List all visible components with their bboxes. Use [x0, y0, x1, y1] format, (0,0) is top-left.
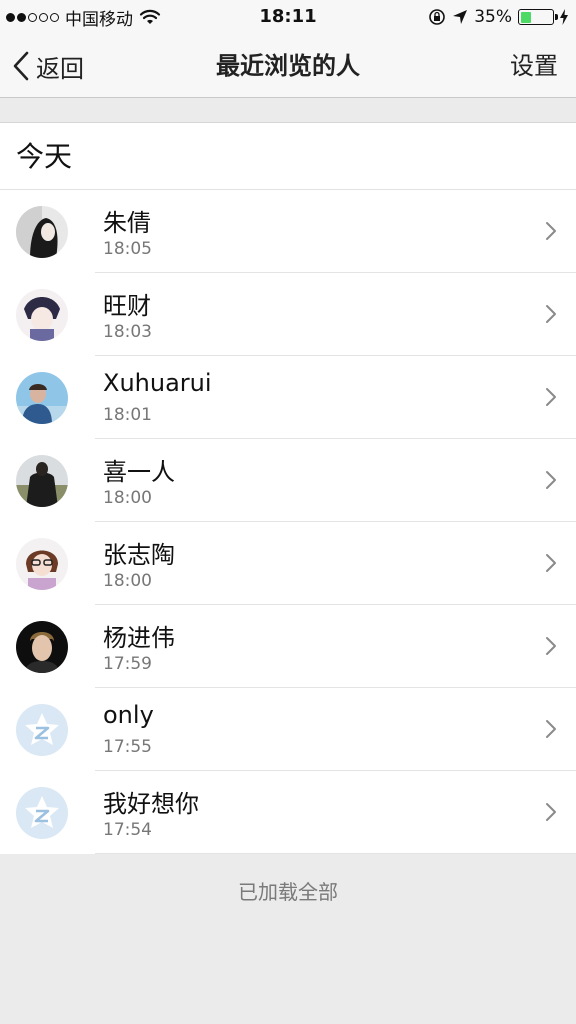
- visit-time: 17:54: [103, 820, 152, 840]
- visitor-name: 张志陶: [103, 541, 175, 569]
- visitor-name: 旺财: [103, 292, 151, 320]
- visit-time: 18:01: [103, 405, 152, 425]
- rotation-lock-icon: [429, 9, 446, 25]
- visitor-name: only: [103, 701, 154, 729]
- visit-time: 18:00: [103, 488, 152, 508]
- avatar: [16, 206, 68, 258]
- section-title: 今天: [16, 140, 73, 173]
- visitor-list: 朱倩 18:05 旺财 18:03 Xuhuarui 18:01 喜一人 18:…: [0, 190, 576, 854]
- visitor-row[interactable]: 喜一人 18:00: [0, 439, 576, 522]
- navigation-bar: 返回 最近浏览的人 设置: [0, 34, 576, 98]
- visit-time: 17:59: [103, 654, 152, 674]
- default-qzone-avatar: [16, 787, 68, 839]
- visitor-row[interactable]: 张志陶 18:00: [0, 522, 576, 605]
- location-arrow-icon: [453, 10, 468, 24]
- charging-bolt-icon: [560, 9, 568, 25]
- status-bar: 中国移动 18:11 35%: [0, 0, 576, 34]
- visitor-name: 我好想你: [103, 790, 199, 818]
- load-all-indicator: 已加载全部: [238, 880, 338, 904]
- chevron-left-icon: [13, 51, 29, 81]
- section-header-today: 今天: [0, 122, 576, 190]
- visit-time: 18:03: [103, 322, 152, 342]
- visitor-name: 朱倩: [103, 209, 151, 237]
- battery-percent: 35%: [474, 7, 512, 27]
- visit-time: 17:55: [103, 737, 152, 757]
- chevron-right-icon: [546, 471, 556, 489]
- avatar: [16, 538, 68, 590]
- visitor-row[interactable]: 我好想你 17:54: [0, 771, 576, 854]
- chevron-right-icon: [546, 720, 556, 738]
- battery-level-fill: [520, 11, 532, 23]
- avatar: [16, 372, 68, 424]
- avatar: [16, 455, 68, 507]
- visitor-row[interactable]: 旺财 18:03: [0, 273, 576, 356]
- visitor-name: 杨进伟: [103, 624, 175, 652]
- chevron-right-icon: [546, 554, 556, 572]
- visitor-row[interactable]: 朱倩 18:05: [0, 190, 576, 273]
- visit-time: 18:00: [103, 571, 152, 591]
- chevron-right-icon: [546, 222, 556, 240]
- settings-button[interactable]: 设置: [510, 34, 558, 98]
- visitor-name: Xuhuarui: [103, 369, 212, 397]
- visitor-row[interactable]: only 17:55: [0, 688, 576, 771]
- chevron-right-icon: [546, 388, 556, 406]
- chevron-right-icon: [546, 637, 556, 655]
- status-right: 35%: [428, 0, 568, 34]
- battery-icon: [518, 9, 558, 25]
- page-title: 最近浏览的人: [216, 52, 360, 80]
- avatar: [16, 621, 68, 673]
- visit-time: 18:05: [103, 239, 152, 259]
- back-label: 返回: [36, 54, 84, 83]
- chevron-right-icon: [546, 305, 556, 323]
- chevron-right-icon: [546, 803, 556, 821]
- back-button[interactable]: 返回: [12, 34, 84, 98]
- avatar: [16, 289, 68, 341]
- visitor-row[interactable]: Xuhuarui 18:01: [0, 356, 576, 439]
- visitor-row[interactable]: 杨进伟 17:59: [0, 605, 576, 688]
- visitor-name: 喜一人: [103, 458, 175, 486]
- default-qzone-avatar: [16, 704, 68, 756]
